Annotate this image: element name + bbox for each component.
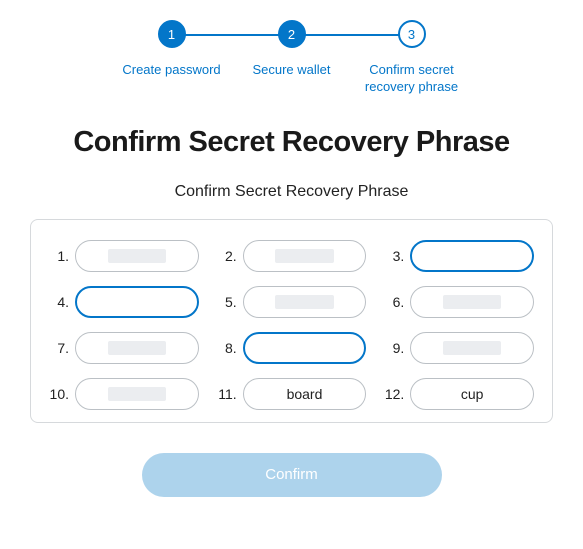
word-number: 5. — [217, 294, 237, 310]
word-cell-1: 1. — [49, 240, 199, 272]
word-input — [410, 332, 534, 364]
word-input — [243, 286, 367, 318]
page-title: Confirm Secret Recovery Phrase — [30, 126, 553, 159]
word-number: 4. — [49, 294, 69, 310]
stepper: 1 Create password 2 Secure wallet 3 Conf… — [30, 20, 553, 96]
word-cell-10: 10. — [49, 378, 199, 410]
step-3-circle: 3 — [398, 20, 426, 48]
word-input — [75, 378, 199, 410]
step-3: 3 Confirm secret recovery phrase — [352, 20, 472, 96]
word-cell-9: 9. — [384, 332, 534, 364]
word-number: 6. — [384, 294, 404, 310]
word-cell-7: 7. — [49, 332, 199, 364]
word-input — [243, 240, 367, 272]
word-cell-12: 12. cup — [384, 378, 534, 410]
step-1-label: Create password — [122, 62, 220, 79]
step-1: 1 Create password — [112, 20, 232, 79]
word-input — [75, 332, 199, 364]
confirm-button[interactable]: Confirm — [142, 453, 442, 497]
word-redacted — [275, 295, 333, 309]
recovery-phrase-box: 1. 2. 3. 4. 5. 6. 7. 8. 9. 10. 11. board 12. cup — [30, 219, 553, 423]
word-redacted — [275, 249, 333, 263]
step-2-circle: 2 — [278, 20, 306, 48]
step-3-label: Confirm secret recovery phrase — [352, 62, 472, 96]
page-subtitle: Confirm Secret Recovery Phrase — [30, 183, 553, 201]
word-number: 3. — [384, 248, 404, 264]
word-cell-2: 2. — [217, 240, 367, 272]
word-number: 8. — [217, 340, 237, 356]
word-input — [410, 286, 534, 318]
word-number: 11. — [217, 386, 237, 402]
word-cell-4: 4. — [49, 286, 199, 318]
word-number: 10. — [49, 386, 69, 402]
word-redacted — [108, 249, 166, 263]
word-number: 7. — [49, 340, 69, 356]
step-2: 2 Secure wallet — [232, 20, 352, 79]
word-input-active[interactable] — [75, 286, 199, 318]
word-number: 9. — [384, 340, 404, 356]
word-cell-3: 3. — [384, 240, 534, 272]
word-number: 1. — [49, 248, 69, 264]
word-input: cup — [410, 378, 534, 410]
word-cell-6: 6. — [384, 286, 534, 318]
word-redacted — [443, 341, 501, 355]
word-cell-11: 11. board — [217, 378, 367, 410]
word-redacted — [443, 295, 501, 309]
word-input: board — [243, 378, 367, 410]
word-cell-8: 8. — [217, 332, 367, 364]
word-redacted — [108, 341, 166, 355]
word-redacted — [108, 387, 166, 401]
recovery-phrase-grid: 1. 2. 3. 4. 5. 6. 7. 8. 9. 10. 11. board 12. cup — [49, 240, 534, 410]
word-number: 12. — [384, 386, 404, 402]
word-input-active[interactable] — [410, 240, 534, 272]
word-cell-5: 5. — [217, 286, 367, 318]
word-input-active[interactable] — [243, 332, 367, 364]
step-2-label: Secure wallet — [252, 62, 330, 79]
word-number: 2. — [217, 248, 237, 264]
word-input — [75, 240, 199, 272]
step-1-circle: 1 — [158, 20, 186, 48]
